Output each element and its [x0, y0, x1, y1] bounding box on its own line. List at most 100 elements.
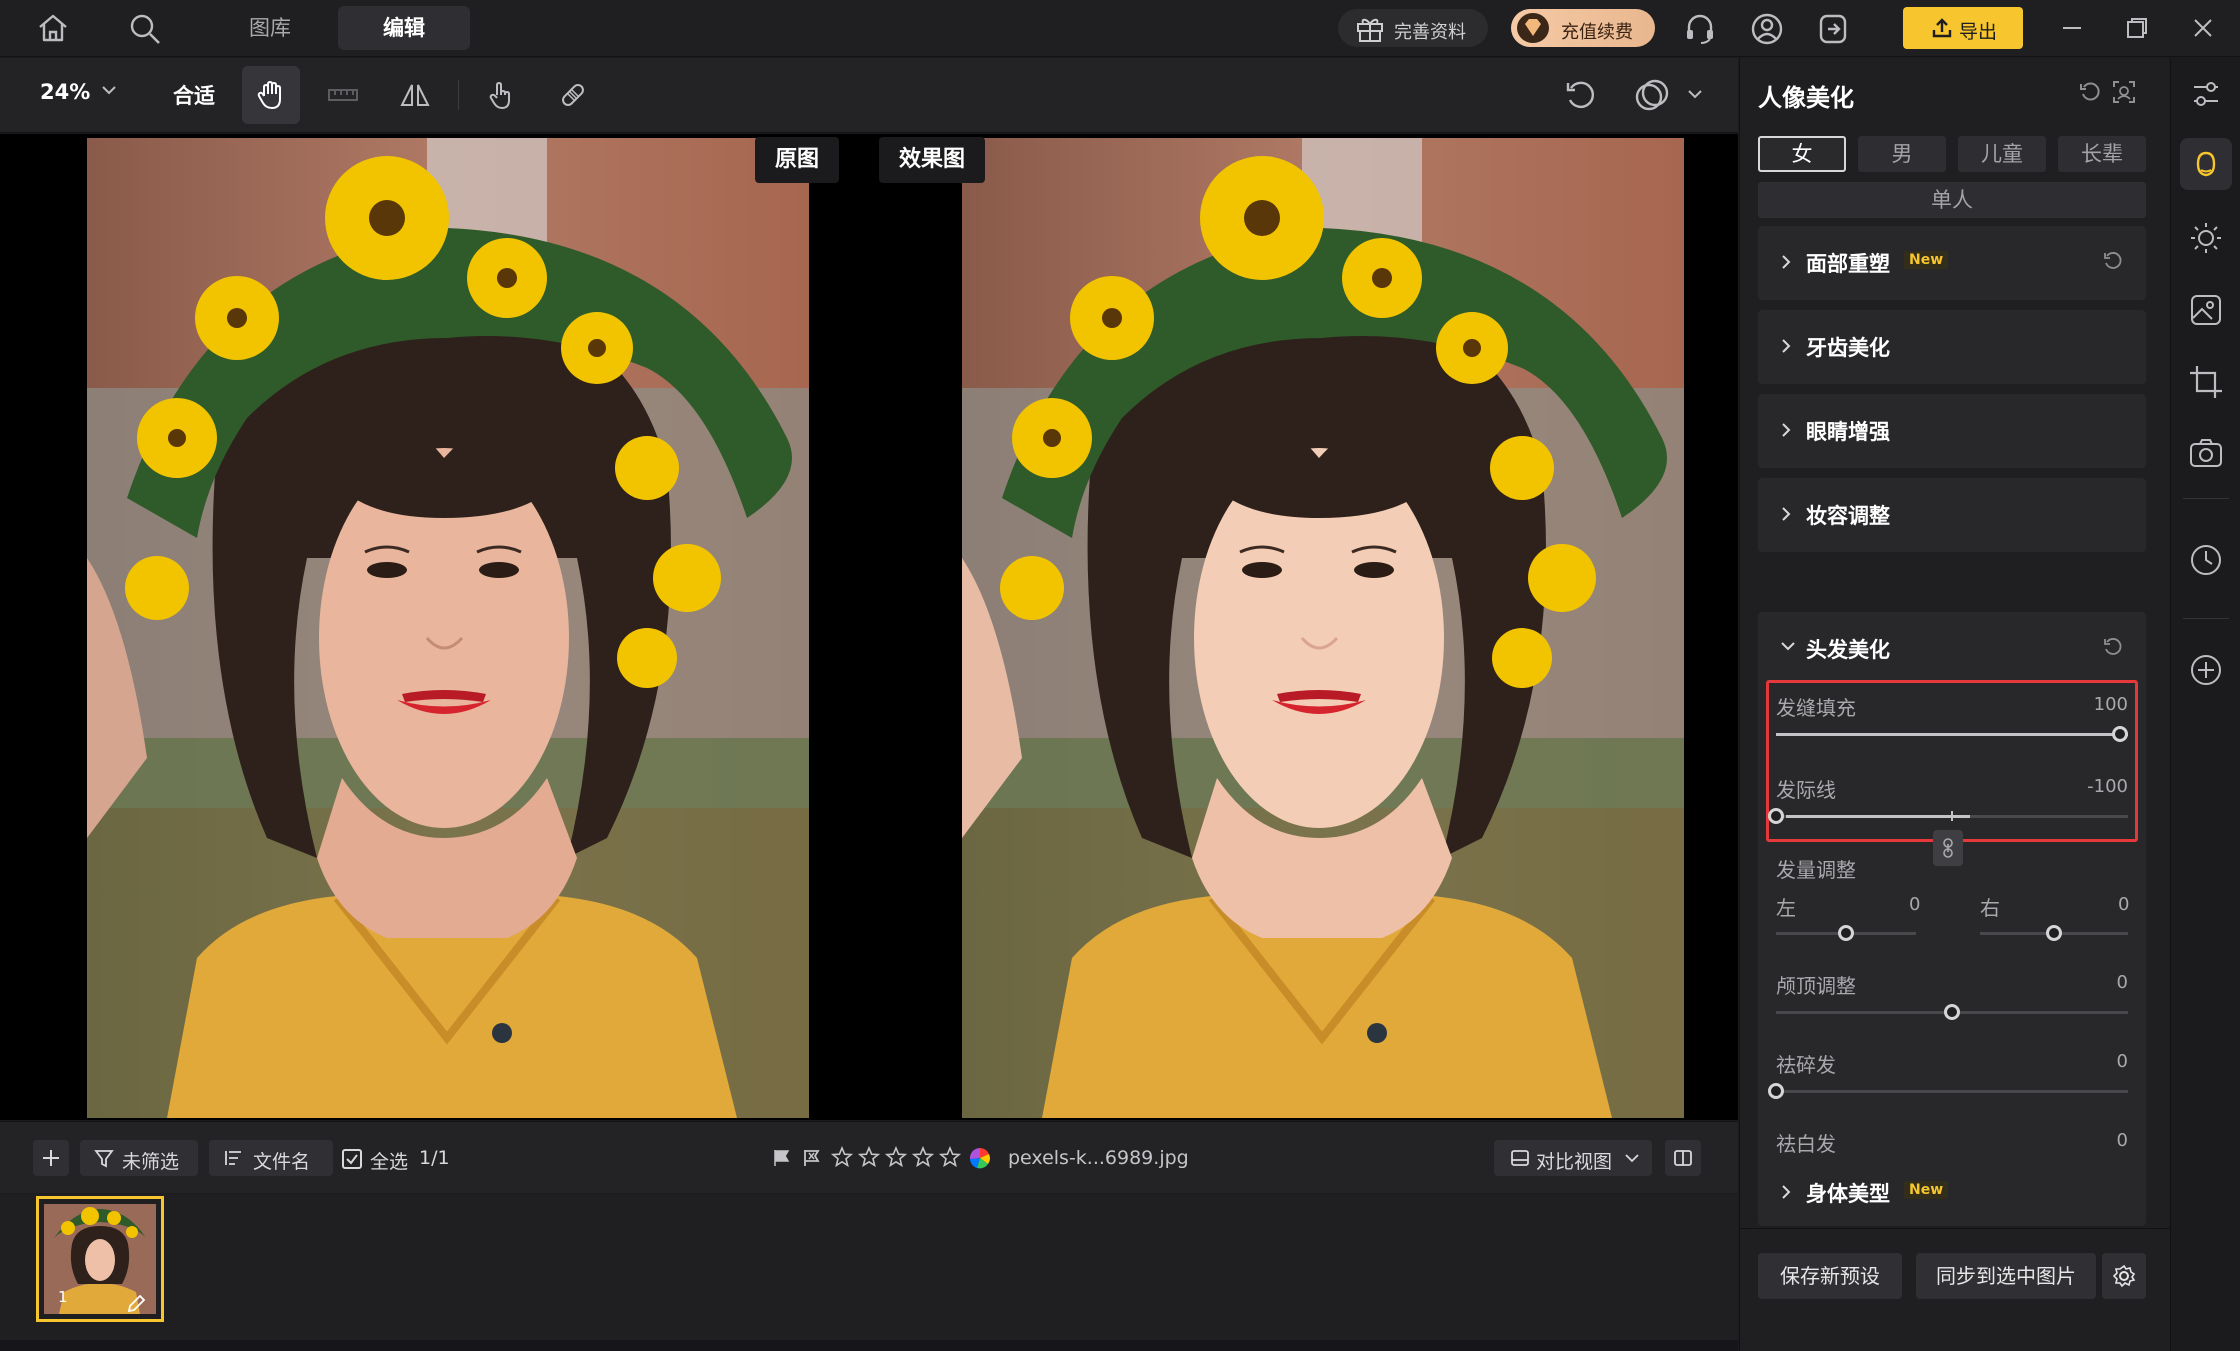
headset-icon[interactable] — [1683, 12, 1717, 46]
search-icon[interactable] — [128, 12, 162, 46]
rotate-icon[interactable] — [1563, 78, 1599, 114]
crop-icon[interactable] — [2186, 362, 2226, 402]
gender-tab-male[interactable]: 男 — [1858, 136, 1946, 172]
star-icon[interactable] — [831, 1146, 853, 1168]
select-all-label[interactable]: 全选 — [370, 1147, 408, 1174]
camera-icon[interactable] — [2186, 433, 2226, 473]
chevron-right-icon — [1782, 339, 1791, 353]
settings-button[interactable] — [2102, 1253, 2146, 1299]
section-label[interactable]: 头发美化 — [1806, 634, 1890, 664]
star-icon[interactable] — [939, 1146, 961, 1168]
face-detect-icon[interactable] — [2112, 80, 2136, 104]
sidebar-divider — [2183, 618, 2229, 619]
bandage-tool-button[interactable] — [544, 66, 602, 124]
hair-fill-slider[interactable] — [1776, 733, 2128, 736]
slider-knob[interactable] — [1768, 1083, 1784, 1099]
section-face-reshape[interactable]: 面部重塑 New — [1758, 226, 2146, 300]
star-icon[interactable] — [912, 1146, 934, 1168]
export-label: 导出 — [1959, 21, 1998, 43]
hand-tool-button[interactable] — [242, 66, 300, 124]
close-icon[interactable] — [2189, 14, 2217, 42]
reset-icon[interactable] — [2078, 80, 2102, 104]
restore-icon[interactable] — [2123, 14, 2151, 42]
link-toggle-button[interactable] — [1933, 830, 1963, 866]
history-icon[interactable] — [2186, 540, 2226, 580]
chevron-down-icon[interactable] — [100, 84, 118, 96]
section-body-shape[interactable]: 身体美型 New — [1758, 1156, 2146, 1226]
color-label-icon[interactable] — [969, 1147, 991, 1169]
image-canvas[interactable]: 原图 效果图 — [0, 134, 1738, 1120]
section-teeth[interactable]: 牙齿美化 — [1758, 310, 2146, 384]
touch-tool-button[interactable] — [472, 66, 530, 124]
after-label: 效果图 — [879, 137, 986, 183]
home-icon[interactable] — [36, 13, 70, 43]
ruler-icon — [328, 89, 358, 101]
slider-knob[interactable] — [1768, 808, 1784, 824]
minimize-icon[interactable] — [2058, 14, 2086, 42]
new-badge: New — [1904, 251, 1949, 269]
adjust-sliders-icon[interactable] — [2186, 74, 2226, 114]
section-label: 妆容调整 — [1806, 504, 1890, 528]
gem-icon — [1517, 13, 1549, 43]
star-icon[interactable] — [858, 1146, 880, 1168]
flip-icon — [400, 84, 430, 106]
compare-overlay-icon[interactable] — [1634, 78, 1670, 114]
flyaway-slider[interactable] — [1776, 1090, 2128, 1093]
original-image — [87, 138, 809, 1118]
slider-label: 祛碎发 — [1776, 1053, 1836, 1077]
sync-to-selected-button[interactable]: 同步到选中图片 — [1916, 1253, 2096, 1299]
upload-icon — [1932, 18, 1952, 38]
export-button[interactable]: 导出 — [1903, 7, 2023, 49]
light-icon[interactable] — [2186, 218, 2226, 258]
split-view-button[interactable] — [1665, 1140, 1701, 1176]
flip-tool-button[interactable] — [386, 66, 444, 124]
chevron-down-icon[interactable] — [1686, 88, 1704, 100]
section-hair: 头发美化 发缝填充 100 发际线 -100 发量调整 左 0 右 0 颅顶调整… — [1758, 612, 2146, 1195]
chevron-right-icon — [1782, 1185, 1791, 1199]
sort-button[interactable]: 文件名 — [209, 1140, 333, 1176]
tab-edit[interactable]: 编辑 — [338, 6, 470, 50]
user-icon[interactable] — [1750, 12, 1784, 46]
reset-icon[interactable] — [2102, 250, 2124, 272]
reset-icon[interactable] — [2102, 636, 2124, 658]
filter-button[interactable]: 未筛选 — [80, 1140, 198, 1176]
save-preset-button[interactable]: 保存新预设 — [1758, 1253, 1902, 1299]
chevron-right-icon — [1782, 423, 1791, 437]
star-icon[interactable] — [885, 1146, 907, 1168]
left-label: 左 — [1776, 896, 1796, 920]
slider-value: 0 — [2116, 1051, 2128, 1072]
tab-library[interactable]: 图库 — [222, 6, 318, 50]
flyaway-row: 祛碎发 0 — [1776, 1049, 2128, 1109]
ruler-tool-button[interactable] — [314, 66, 372, 124]
slider-knob[interactable] — [2046, 925, 2062, 941]
image-thumbnail[interactable] — [36, 1196, 164, 1322]
fit-button[interactable]: 合适 — [173, 80, 215, 110]
view-mode-dropdown[interactable]: 对比视图 — [1494, 1140, 1652, 1176]
add-image-button[interactable] — [33, 1140, 69, 1176]
image-edit-icon[interactable] — [2186, 290, 2226, 330]
slider-knob[interactable] — [1944, 1004, 1960, 1020]
edit-toolbar: 24% 合适 — [0, 58, 1738, 133]
sidebar-divider — [2183, 498, 2229, 499]
slider-knob[interactable] — [1838, 925, 1854, 941]
section-eyes[interactable]: 眼睛增强 — [1758, 394, 2146, 468]
complete-profile-button[interactable]: 完善资料 — [1338, 9, 1488, 47]
section-makeup[interactable]: 妆容调整 — [1758, 478, 2146, 552]
portrait-module-button[interactable] — [2180, 138, 2232, 190]
slider-knob[interactable] — [2112, 726, 2128, 742]
recharge-button[interactable]: 充值续费 — [1511, 9, 1655, 47]
add-module-icon[interactable] — [2186, 650, 2226, 690]
sign-in-icon[interactable] — [1816, 12, 1850, 46]
single-person-button[interactable]: 单人 — [1758, 182, 2146, 218]
flag-icon[interactable] — [772, 1148, 792, 1168]
chevron-down-icon[interactable] — [1780, 640, 1796, 652]
gender-tab-child[interactable]: 儿童 — [1958, 136, 2046, 172]
gender-tab-female[interactable]: 女 — [1758, 136, 1846, 172]
zoom-level[interactable]: 24% — [40, 80, 90, 104]
gender-tab-elder[interactable]: 长辈 — [2058, 136, 2146, 172]
filmstrip — [0, 1194, 1738, 1351]
checkbox-icon[interactable] — [341, 1148, 363, 1170]
reject-flag-icon[interactable] — [802, 1148, 822, 1168]
recharge-label: 充值续费 — [1561, 22, 1633, 43]
split-view-icon — [1674, 1150, 1692, 1166]
